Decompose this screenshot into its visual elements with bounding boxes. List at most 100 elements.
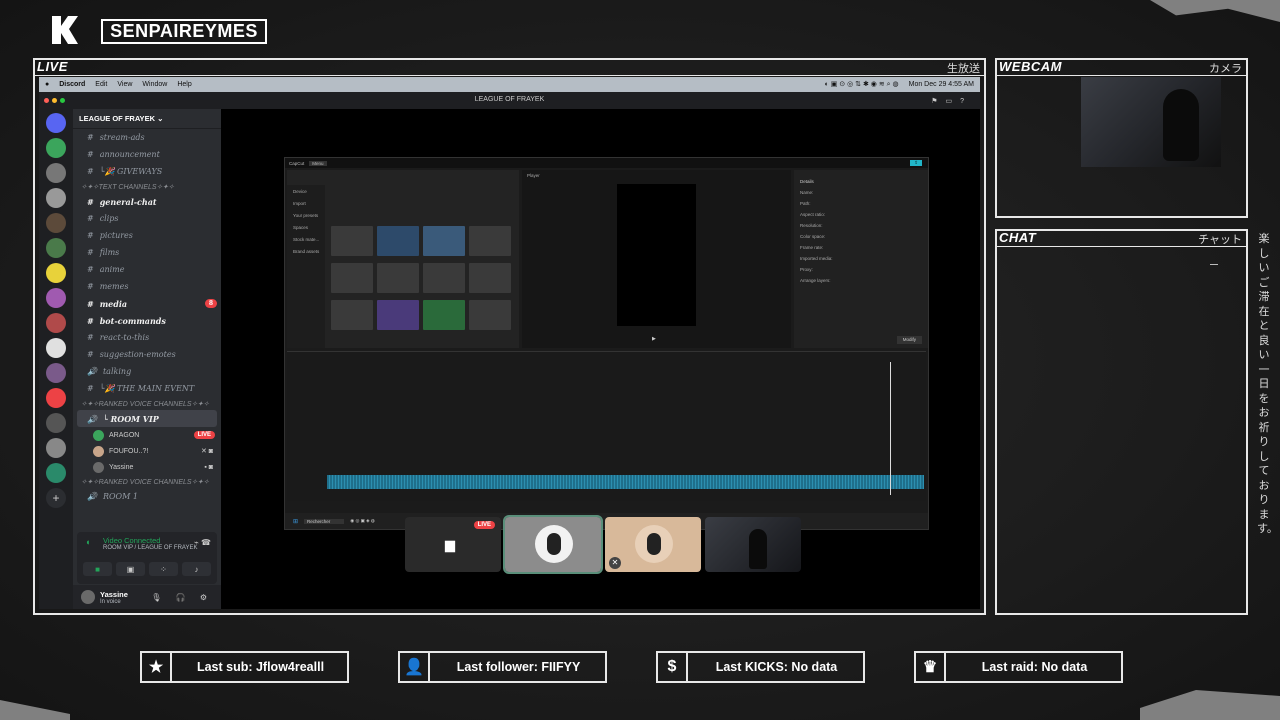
modify-button[interactable]: Modify [896,336,922,344]
guild-name[interactable]: LEAGUE OF FRAYEK ⌄ [73,109,221,129]
windows-start-icon[interactable]: ⊞ [293,518,298,525]
server-icon[interactable] [46,188,66,208]
activities-button[interactable]: ⁘ [149,562,178,576]
participant-tile-foufou[interactable]: ✕ [605,517,701,572]
channel-item[interactable]: # └🎉 GIVEWAYS [73,163,221,180]
apple-icon[interactable]: ● [45,81,49,88]
category-text-channels[interactable]: ✧✦✧TEXT CHANNELS✧✦✧ [73,180,221,193]
menu-window[interactable]: Window [142,81,167,88]
server-icon[interactable] [46,163,66,183]
chat-divider-mark [1210,264,1218,265]
server-icon[interactable] [46,363,66,383]
disconnect-icon[interactable]: ⌁ ☎ [194,538,211,547]
server-icon[interactable] [46,338,66,358]
taskbar-apps-icon[interactable]: ◉ ◎ ▣ ◈ ◍ [350,518,375,524]
title-bar-icons[interactable]: ⚑▭? [931,97,972,105]
media-thumbnail[interactable] [331,300,373,330]
player-preview[interactable] [617,184,696,326]
hash-icon: # [87,384,94,393]
capcut-menu-button[interactable]: Menu [309,160,327,166]
server-icon[interactable] [46,463,66,483]
audio-waveform[interactable] [327,475,924,489]
media-side-item[interactable]: Stock mate... [287,233,325,245]
play-icon[interactable]: ▶ [652,336,656,342]
media-side-item[interactable]: Device [287,185,325,197]
screen-share-icon: ▆ [445,537,455,552]
minimize-window-icon[interactable] [52,98,57,103]
avatar[interactable] [81,590,95,604]
media-thumbnail[interactable] [377,300,419,330]
media-side-item[interactable]: Brand assets [287,245,325,257]
menu-edit[interactable]: Edit [95,81,107,88]
signal-icon[interactable]: ◖ [85,537,90,547]
media-thumbnail[interactable] [469,226,511,256]
channel-item-bot-commands[interactable]: # bot-commands [73,312,221,329]
media-thumbnail[interactable] [423,263,465,293]
media-side-item[interactable]: Spaces [287,221,325,233]
voice-channel-room-1[interactable]: 🔊 ROOM 1 [73,488,221,505]
screen-share-button[interactable]: ▣ [116,562,145,576]
channel-item-clips[interactable]: # clips [73,210,221,227]
media-thumbnail[interactable] [469,263,511,293]
channel-item-memes[interactable]: # memes [73,278,221,295]
media-thumbnail[interactable] [377,226,419,256]
channel-item-suggestion-emotes[interactable]: # suggestion-emotes [73,346,221,363]
menu-app[interactable]: Discord [59,81,85,88]
media-thumbnail[interactable] [331,226,373,256]
channel-item-anime[interactable]: # anime [73,261,221,278]
menu-clock[interactable]: Mon Dec 29 4:55 AM [909,81,974,88]
server-icon[interactable] [46,413,66,433]
channel-item-films[interactable]: # films [73,244,221,261]
stream-stage: CapCut Menu ⇪ Device Import Your presets… [221,109,980,609]
channel-item-general-chat[interactable]: # general-chat [73,193,221,210]
taskbar-search[interactable]: Rechercher [304,518,345,524]
soundboard-button[interactable]: ♪ [182,562,211,576]
participant-tile-yassine[interactable] [705,517,801,572]
add-server-icon[interactable]: + [46,488,66,508]
maximize-window-icon[interactable] [60,98,65,103]
channel-item-pictures[interactable]: # pictures [73,227,221,244]
capcut-logo[interactable]: CapCut [289,161,304,166]
window-controls[interactable] [44,98,65,103]
server-icon[interactable] [46,288,66,308]
media-thumbnail[interactable] [469,300,511,330]
channel-item[interactable]: # announcement [73,146,221,163]
details-row: Resolution: [800,223,823,228]
channel-item[interactable]: # stream-ads [73,129,221,146]
channel-item-main-event[interactable]: # └🎉 THE MAIN EVENT [73,380,221,397]
camera-button[interactable]: ■ [83,562,112,576]
media-side-item[interactable]: Import [287,197,325,209]
close-window-icon[interactable] [44,98,49,103]
menu-help[interactable]: Help [177,81,191,88]
channel-item-react-to-this[interactable]: # react-to-this [73,329,221,346]
server-icon[interactable] [46,388,66,408]
voice-user-foufou[interactable]: FOUFOU..?! ✕ ◙ [73,443,221,459]
server-icon[interactable] [46,438,66,458]
server-icon[interactable] [46,213,66,233]
server-icon[interactable] [46,263,66,283]
participant-tile-aragon[interactable] [503,515,603,574]
media-thumbnail[interactable] [423,226,465,256]
voice-channel-room-vip[interactable]: 🔊 └ ROOM VIP [77,410,217,427]
server-icon[interactable] [46,238,66,258]
channel-item-media[interactable]: # media 8 [73,295,221,312]
media-thumbnail[interactable] [377,263,419,293]
discord-home-icon[interactable] [46,113,66,133]
category-voice-channels-2[interactable]: ✧✦✧RANKED VOICE CHANNELS✧✦✧ [73,475,221,488]
server-icon[interactable] [46,313,66,333]
voice-user-yassine[interactable]: Yassine ▪ ◙ [73,459,221,475]
user-controls[interactable]: 🎙 🎧 ⚙ [151,593,213,602]
voice-user-aragon[interactable]: ARAGON LIVE [73,427,221,443]
menu-view[interactable]: View [117,81,132,88]
channel-item-talking[interactable]: 🔊 talking [73,363,221,380]
hash-icon: # [87,196,94,207]
media-thumbnail[interactable] [423,300,465,330]
media-side-item[interactable]: Your presets [287,209,325,221]
category-voice-channels[interactable]: ✧✦✧RANKED VOICE CHANNELS✧✦✧ [73,397,221,410]
media-thumbnail[interactable] [331,263,373,293]
playhead[interactable] [890,362,891,495]
status-icons[interactable]: ◐ ▣ ⊙ ◎ ⇅ ✱ ◉ ≋ ⌕ ◍ [825,80,899,89]
participant-tile-stream[interactable]: LIVE ▆ [405,517,501,572]
server-icon[interactable] [46,138,66,158]
export-button[interactable]: ⇪ [910,160,922,166]
